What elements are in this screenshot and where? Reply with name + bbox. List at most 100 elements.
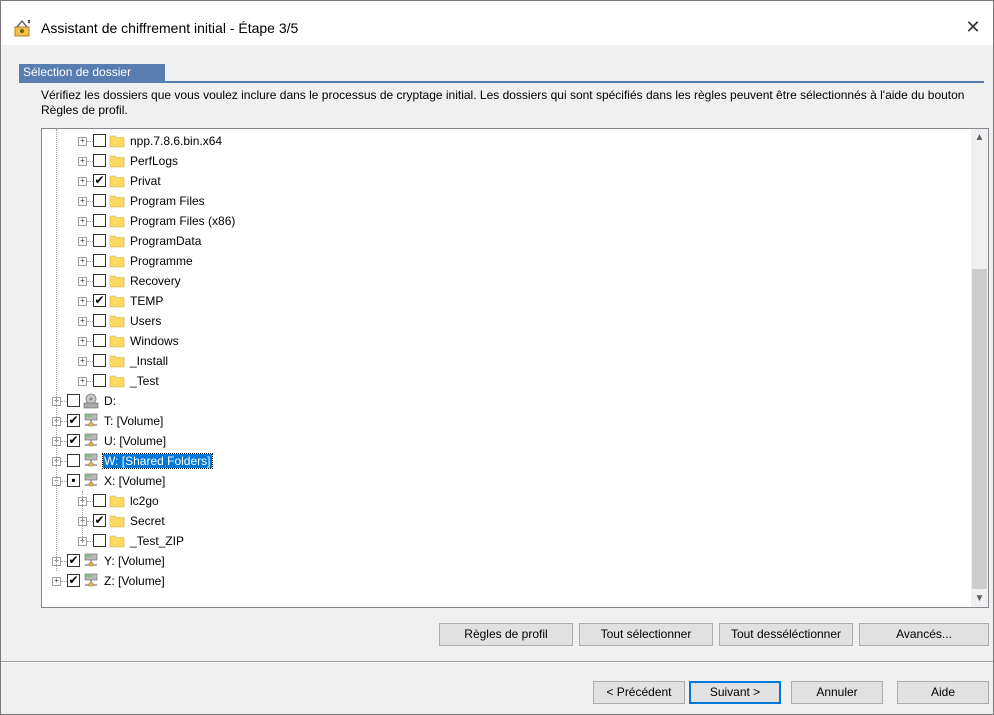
folder-tree[interactable]: ▲ ▼ + npp.7.8.6.bin.x64 + PerfLogs + ✔ Privat +… [41, 128, 989, 608]
section-tab: Sélection de dossier [19, 64, 165, 81]
tree-item-label: Secret [130, 514, 165, 528]
expand-icon[interactable]: + [78, 137, 87, 146]
tree-item-label: Users [130, 314, 162, 328]
profile-rules-button[interactable]: Règles de profil [439, 623, 573, 646]
expand-icon[interactable]: + [78, 237, 87, 246]
folder-checkbox[interactable] [93, 154, 106, 167]
expand-icon[interactable]: + [78, 337, 87, 346]
tree-row[interactable]: + Programme [42, 251, 962, 271]
advanced-button[interactable]: Avancés... [859, 623, 989, 646]
network-drive-icon [83, 433, 99, 449]
expand-icon[interactable]: + [52, 577, 61, 586]
scroll-down-icon[interactable]: ▼ [971, 590, 988, 607]
deselect-all-button[interactable]: Tout desséléctionner [719, 623, 853, 646]
tree-row[interactable]: + _Test [42, 371, 962, 391]
folder-icon [109, 333, 125, 349]
network-drive-icon [83, 553, 99, 569]
tree-row[interactable]: + Recovery [42, 271, 962, 291]
tree-item-label: Windows [130, 334, 179, 348]
folder-checkbox[interactable]: ✔ [67, 574, 80, 587]
title-bar: Assistant de chiffrement initial - Étape… [1, 1, 993, 45]
previous-button[interactable]: < Précédent [593, 681, 685, 704]
tree-item-label: PerfLogs [130, 154, 179, 168]
expand-icon[interactable]: + [78, 297, 87, 306]
tree-row[interactable]: + _Test_ZIP [42, 531, 962, 551]
tree-item-label: Program Files (x86) [130, 214, 236, 228]
folder-checkbox[interactable] [93, 534, 106, 547]
select-all-button[interactable]: Tout sélectionner [579, 623, 713, 646]
tree-row[interactable]: + ✔ Z: [Volume] [42, 571, 962, 591]
tree-row[interactable]: + _Install [42, 351, 962, 371]
folder-checkbox[interactable]: ✔ [67, 414, 80, 427]
expand-icon[interactable]: + [78, 277, 87, 286]
tree-row[interactable]: + Users [42, 311, 962, 331]
folder-checkbox[interactable]: ✔ [67, 554, 80, 567]
tree-row[interactable]: + ProgramData [42, 231, 962, 251]
tree-row[interactable]: + PerfLogs [42, 151, 962, 171]
window-title: Assistant de chiffrement initial - Étape… [41, 20, 299, 36]
expand-icon[interactable]: + [78, 317, 87, 326]
section-divider [19, 81, 984, 83]
folder-checkbox[interactable] [67, 394, 80, 407]
tree-scrollbar[interactable]: ▲ ▼ [971, 129, 988, 607]
tree-item-label: _Install [130, 354, 169, 368]
help-button[interactable]: Aide [897, 681, 989, 704]
tree-row[interactable]: + W: [Shared Folders] [42, 451, 962, 471]
network-drive-icon [83, 453, 99, 469]
scroll-up-icon[interactable]: ▲ [971, 129, 988, 146]
folder-checkbox[interactable]: ✔ [93, 294, 106, 307]
folder-checkbox[interactable] [93, 234, 106, 247]
tree-row[interactable]: + ✔ TEMP [42, 291, 962, 311]
folder-checkbox[interactable] [93, 374, 106, 387]
expand-icon[interactable]: + [78, 197, 87, 206]
expand-icon[interactable]: + [78, 177, 87, 186]
folder-checkbox[interactable]: ✔ [93, 174, 106, 187]
network-drive-icon [83, 413, 99, 429]
tree-row[interactable]: + lc2go [42, 491, 962, 511]
folder-checkbox[interactable] [93, 254, 106, 267]
folder-icon [109, 533, 125, 549]
folder-checkbox[interactable] [93, 494, 106, 507]
tree-item-label: Program Files [130, 194, 205, 208]
tree-row[interactable]: + ✔ T: [Volume] [42, 411, 962, 431]
folder-checkbox[interactable] [93, 314, 106, 327]
expand-icon[interactable]: + [78, 217, 87, 226]
tree-item-label: U: [Volume] [104, 434, 167, 448]
tree-row[interactable]: + ✔ U: [Volume] [42, 431, 962, 451]
tree-item-label: npp.7.8.6.bin.x64 [130, 134, 223, 148]
tree-row[interactable]: + Program Files (x86) [42, 211, 962, 231]
tree-row[interactable]: − ▪ X: [Volume] [42, 471, 962, 491]
scroll-thumb[interactable] [972, 269, 987, 589]
wizard-window: Assistant de chiffrement initial - Étape… [0, 0, 994, 715]
expand-icon[interactable]: + [78, 257, 87, 266]
folder-checkbox[interactable]: ▪ [67, 474, 80, 487]
folder-checkbox[interactable] [93, 214, 106, 227]
close-button[interactable]: ✕ [957, 13, 989, 41]
expand-icon[interactable]: + [78, 157, 87, 166]
tree-row[interactable]: + D: [42, 391, 962, 411]
folder-icon [109, 253, 125, 269]
tree-row[interactable]: + ✔ Y: [Volume] [42, 551, 962, 571]
folder-checkbox[interactable] [93, 334, 106, 347]
tree-item-label: Privat [130, 174, 161, 188]
tree-row[interactable]: + npp.7.8.6.bin.x64 [42, 131, 962, 151]
folder-checkbox[interactable]: ✔ [67, 434, 80, 447]
folder-icon [109, 153, 125, 169]
expand-icon[interactable]: + [78, 357, 87, 366]
tree-row[interactable]: + ✔ Secret [42, 511, 962, 531]
folder-checkbox[interactable] [93, 134, 106, 147]
next-button[interactable]: Suivant > [689, 681, 781, 704]
folder-icon [109, 193, 125, 209]
folder-checkbox[interactable] [93, 354, 106, 367]
folder-checkbox[interactable] [67, 454, 80, 467]
expand-icon[interactable]: + [78, 377, 87, 386]
tree-row[interactable]: + ✔ Privat [42, 171, 962, 191]
folder-checkbox[interactable]: ✔ [93, 514, 106, 527]
cancel-button[interactable]: Annuler [791, 681, 883, 704]
folder-icon [109, 373, 125, 389]
folder-checkbox[interactable] [93, 194, 106, 207]
folder-checkbox[interactable] [93, 274, 106, 287]
tree-row[interactable]: + Program Files [42, 191, 962, 211]
tree-row[interactable]: + Windows [42, 331, 962, 351]
folder-icon [109, 513, 125, 529]
